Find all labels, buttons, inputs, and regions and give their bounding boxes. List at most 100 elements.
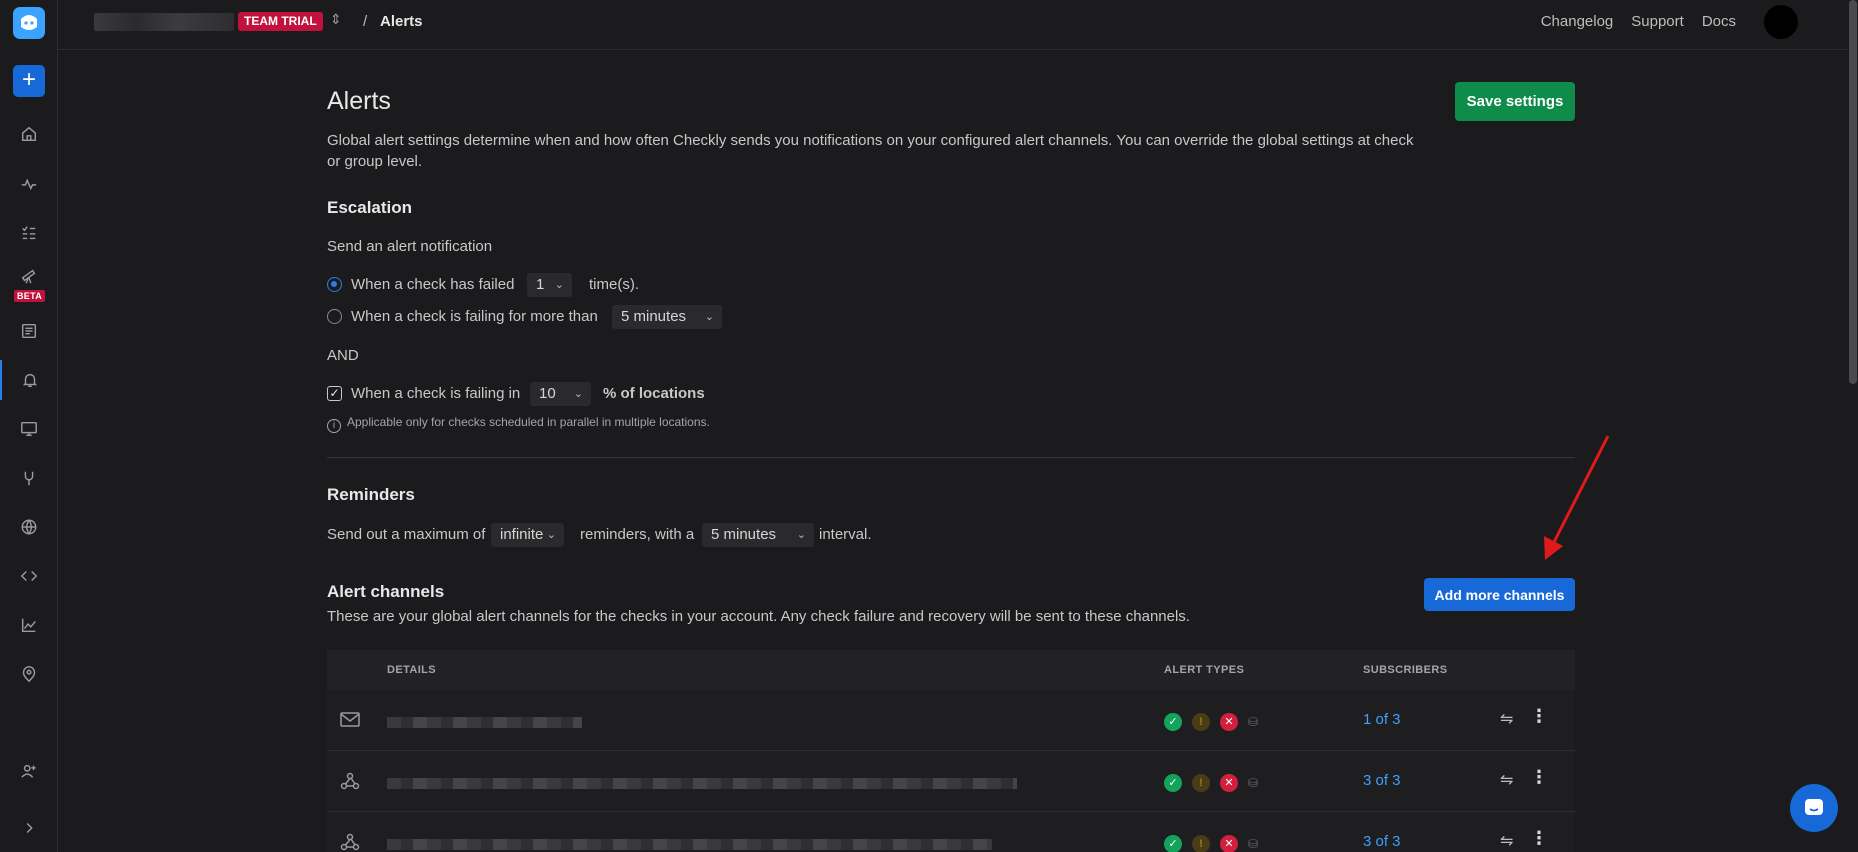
- reminders-prefix: Send out a maximum of: [327, 526, 486, 543]
- alert-channels-table: DETAILS ALERT TYPES SUBSCRIBERS ✓ ! ✕ ⛁ …: [327, 650, 1575, 852]
- failed-times-value: 1: [536, 276, 545, 293]
- alert-types: ✓ ! ✕ ⛁: [1164, 713, 1260, 731]
- email-icon: [340, 711, 362, 731]
- alert-types: ✓ ! ✕ ⛁: [1164, 835, 1260, 852]
- degraded-alert-icon: !: [1192, 835, 1210, 852]
- home-icon[interactable]: [0, 114, 58, 154]
- failing-duration-radio[interactable]: [327, 309, 342, 324]
- degraded-alert-icon: !: [1192, 713, 1210, 731]
- failure-alert-icon: ✕: [1220, 774, 1238, 792]
- support-link[interactable]: Support: [1631, 13, 1684, 30]
- subscriptions-icon[interactable]: ⇋: [1500, 770, 1513, 790]
- subscriptions-icon[interactable]: ⇋: [1500, 709, 1513, 729]
- checks-list-icon[interactable]: [0, 213, 58, 253]
- reminders-interval-select[interactable]: 5 minutes ⌄: [702, 523, 814, 547]
- chart-icon[interactable]: [0, 605, 58, 645]
- locations-checkbox[interactable]: ✓: [327, 386, 342, 401]
- failed-times-suffix: time(s).: [589, 276, 639, 293]
- failing-duration-select[interactable]: 5 minutes ⌄: [612, 305, 722, 329]
- add-more-channels-button[interactable]: Add more channels: [1424, 578, 1575, 611]
- column-alert-types: ALERT TYPES: [1164, 664, 1245, 676]
- location-icon[interactable]: [0, 654, 58, 694]
- breadcrumb-separator: /: [363, 13, 368, 30]
- beta-badge: BETA: [14, 290, 46, 302]
- escalation-subtitle: Send an alert notification: [327, 238, 493, 255]
- chat-support-button[interactable]: [1790, 784, 1838, 832]
- table-row[interactable]: ✓ ! ✕ ⛁ 1 of 3 ⇋ ⋮: [327, 690, 1575, 751]
- lock-icon: ⛁: [1248, 776, 1259, 790]
- subscribers-link[interactable]: 3 of 3: [1363, 833, 1401, 850]
- locations-suffix: % of locations: [603, 385, 705, 402]
- chevron-down-icon: ⌄: [554, 279, 564, 291]
- more-options-icon[interactable]: ⋮: [1530, 767, 1548, 788]
- chevron-down-icon: ⌄: [546, 529, 556, 541]
- dashboard-monitor-icon[interactable]: [0, 409, 58, 449]
- more-options-icon[interactable]: ⋮: [1530, 706, 1548, 727]
- top-bar: TEAM TRIAL ⇕ / Alerts Changelog Support …: [58, 0, 1848, 50]
- webhook-icon: [340, 772, 362, 792]
- reminders-interval-value: 5 minutes: [711, 526, 777, 543]
- user-avatar[interactable]: [1764, 5, 1798, 39]
- failed-times-radio[interactable]: [327, 277, 342, 292]
- page-title: Alerts: [327, 87, 391, 115]
- save-settings-button[interactable]: Save settings: [1455, 82, 1575, 121]
- chevron-down-icon: ⌄: [796, 529, 806, 541]
- chevron-down-icon: ⌄: [704, 311, 714, 323]
- failed-times-label: When a check has failed: [351, 276, 515, 293]
- reminders-count-select[interactable]: infinite ⌄: [491, 523, 564, 547]
- subscribers-link[interactable]: 1 of 3: [1363, 711, 1401, 728]
- account-name-redacted[interactable]: [94, 13, 234, 31]
- channel-details-redacted: [387, 717, 582, 728]
- top-links: Changelog Support Docs: [1541, 13, 1736, 30]
- team-trial-badge: TEAM TRIAL: [238, 12, 323, 31]
- docs-link[interactable]: Docs: [1702, 13, 1736, 30]
- reminders-count-value: infinite: [500, 526, 544, 543]
- table-header: DETAILS ALERT TYPES SUBSCRIBERS: [327, 650, 1575, 690]
- table-row[interactable]: ✓ ! ✕ ⛁ 3 of 3 ⇋ ⋮: [327, 751, 1575, 812]
- test-sessions-icon[interactable]: [0, 311, 58, 351]
- recovery-alert-icon: ✓: [1164, 713, 1182, 731]
- left-sidebar: + BETA: [0, 0, 58, 852]
- maintenance-icon[interactable]: [0, 458, 58, 498]
- failure-alert-icon: ✕: [1220, 713, 1238, 731]
- page-scrollbar[interactable]: [1848, 0, 1858, 852]
- checkly-logo-icon[interactable]: [13, 7, 45, 39]
- recovery-alert-icon: ✓: [1164, 835, 1182, 852]
- failed-times-select[interactable]: 1 ⌄: [527, 273, 572, 297]
- globe-icon[interactable]: [0, 507, 58, 547]
- lock-icon: ⛁: [1248, 837, 1259, 851]
- and-label: AND: [327, 347, 359, 364]
- activity-icon[interactable]: [0, 164, 58, 204]
- alert-channels-heading: Alert channels: [327, 582, 445, 601]
- alerts-bell-icon[interactable]: [0, 360, 58, 400]
- channel-details-redacted: [387, 778, 1017, 789]
- more-options-icon[interactable]: ⋮: [1530, 828, 1548, 849]
- create-new-button[interactable]: +: [13, 65, 45, 97]
- table-row[interactable]: ✓ ! ✕ ⛁ 3 of 3 ⇋ ⋮: [327, 812, 1575, 852]
- reminders-middle: reminders, with a: [580, 526, 695, 543]
- invite-user-icon[interactable]: [0, 751, 58, 791]
- locations-percent-select[interactable]: 10 ⌄: [530, 382, 591, 406]
- intro-text: Global alert settings determine when and…: [327, 132, 1414, 170]
- failure-alert-icon: ✕: [1220, 835, 1238, 852]
- alert-channels-subtitle: These are your global alert channels for…: [327, 608, 1190, 625]
- locations-percent-value: 10: [539, 385, 556, 402]
- subscriptions-icon[interactable]: ⇋: [1500, 831, 1513, 851]
- chat-icon: [1805, 799, 1823, 815]
- subscribers-link[interactable]: 3 of 3: [1363, 772, 1401, 789]
- recovery-alert-icon: ✓: [1164, 774, 1182, 792]
- info-icon: i: [327, 419, 341, 433]
- telescope-icon[interactable]: [0, 262, 58, 290]
- scrollbar-thumb[interactable]: [1849, 0, 1857, 384]
- escalation-heading: Escalation: [327, 198, 413, 217]
- breadcrumb-current-page: Alerts: [380, 13, 423, 30]
- failing-duration-value: 5 minutes: [621, 308, 687, 325]
- webhook-icon: [340, 833, 362, 852]
- code-icon[interactable]: [0, 556, 58, 596]
- alert-types: ✓ ! ✕ ⛁: [1164, 774, 1260, 792]
- expand-sidebar-icon[interactable]: [0, 808, 58, 848]
- chevron-down-icon: ⌄: [573, 388, 583, 400]
- account-switcher-icon[interactable]: ⇕: [330, 11, 342, 28]
- channel-details-redacted: [387, 839, 992, 850]
- changelog-link[interactable]: Changelog: [1541, 13, 1614, 30]
